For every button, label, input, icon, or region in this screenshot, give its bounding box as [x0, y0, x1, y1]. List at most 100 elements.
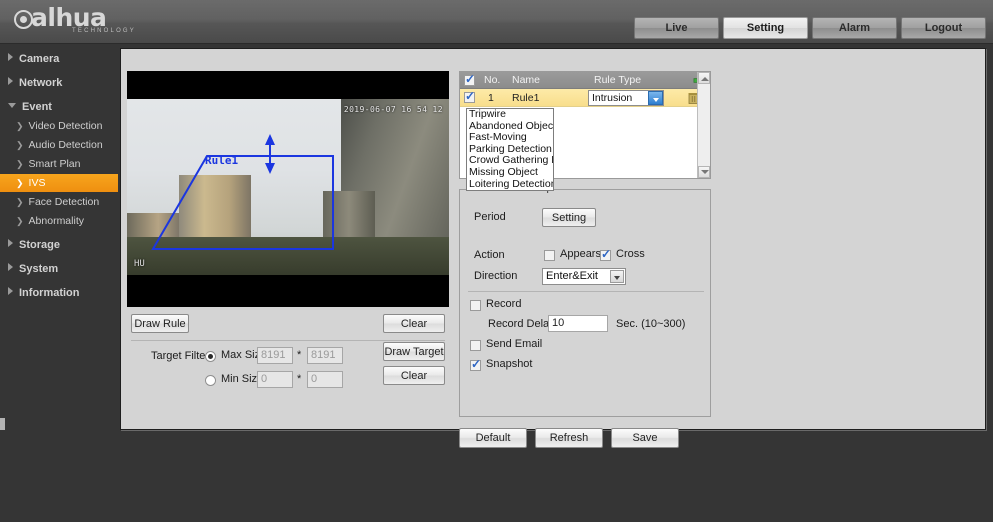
video-preview[interactable]: 2019-06-07 16 54 12 HU Rule1	[127, 71, 449, 307]
action-label: Action	[474, 249, 505, 261]
clear-target-button[interactable]: Clear	[383, 366, 445, 385]
sidebar-label-system: System	[19, 263, 59, 275]
parameter-setup-group: Parameter Setup Period Setting Action Ap…	[459, 182, 711, 417]
chevron-right-icon: ❯	[16, 216, 24, 226]
sidebar-label-network: Network	[19, 77, 63, 89]
min-size-width-input[interactable]: 0	[257, 371, 293, 388]
triangle-right-icon	[8, 77, 13, 85]
dropdown-option-tripwire[interactable]: Tripwire	[467, 109, 553, 121]
dropdown-option-loitering-detection[interactable]: Loitering Detection	[467, 178, 553, 191]
sidebar: Camera Network Event ❯ Video Detection ❯ A…	[0, 44, 120, 522]
nav-logout-button[interactable]: Logout	[901, 17, 986, 39]
min-size-radio[interactable]	[205, 375, 216, 386]
nav-live-button[interactable]: Live	[634, 17, 719, 39]
rules-scrollbar[interactable]	[697, 72, 710, 178]
logo-wordmark: alhua	[14, 5, 194, 30]
sidebar-item-ivs[interactable]: ❯ IVS	[0, 174, 118, 192]
parameter-divider	[468, 291, 704, 292]
chevron-right-icon: ❯	[16, 121, 24, 131]
sidebar-label-ivs: IVS	[28, 177, 46, 189]
rule-polygon-overlay	[151, 134, 334, 250]
row-no: 1	[488, 92, 494, 104]
sidebar-item-network[interactable]: Network	[0, 74, 120, 92]
refresh-button[interactable]: Refresh	[535, 428, 603, 448]
nav-alarm-button[interactable]: Alarm	[812, 17, 897, 39]
record-label: Record	[486, 298, 522, 310]
appears-checkbox[interactable]	[544, 250, 555, 261]
record-delay-input[interactable]: 10	[548, 315, 608, 332]
chevron-right-icon: ❯	[16, 140, 24, 150]
sidebar-item-face-detection[interactable]: ❯ Face Detection	[0, 193, 120, 211]
record-delay-label: Record Delay	[488, 318, 555, 330]
rule-type-select[interactable]: Intrusion	[588, 90, 664, 106]
send-email-checkbox[interactable]	[470, 340, 481, 351]
snapshot-checkbox[interactable]	[470, 357, 481, 371]
send-email-label: Send Email	[486, 338, 543, 350]
direction-select[interactable]: Enter&Exit	[542, 268, 626, 285]
max-size-height-input[interactable]: 8191	[307, 347, 343, 364]
triangle-right-icon	[8, 239, 13, 247]
sidebar-item-audio-detection[interactable]: ❯ Audio Detection	[0, 136, 120, 154]
max-size-radio[interactable]	[205, 351, 216, 362]
chevron-down-icon[interactable]	[610, 270, 624, 283]
sidebar-item-camera[interactable]: Camera	[0, 50, 120, 68]
triangle-down-icon	[8, 103, 16, 108]
draw-rule-button[interactable]: Draw Rule	[131, 314, 189, 333]
chevron-down-icon[interactable]	[648, 91, 663, 105]
draw-controls: Draw Rule Clear Target Filter Max Size 8…	[127, 314, 449, 424]
column-header-no: No.	[484, 74, 501, 86]
min-size-height-input[interactable]: 0	[307, 371, 343, 388]
chevron-right-icon: ❯	[16, 159, 24, 169]
dropdown-option-missing-object[interactable]: Missing Object	[467, 166, 553, 179]
sidebar-label-abnormality: Abnormality	[28, 215, 84, 227]
max-size-width-input[interactable]: 8191	[257, 347, 293, 364]
sidebar-item-system[interactable]: System	[0, 260, 120, 278]
period-setting-button[interactable]: Setting	[542, 208, 596, 227]
sidebar-item-smart-plan[interactable]: ❯ Smart Plan	[0, 155, 120, 173]
default-button[interactable]: Default	[459, 428, 527, 448]
nav-setting-button[interactable]: Setting	[723, 17, 808, 39]
sidebar-item-storage[interactable]: Storage	[0, 236, 120, 254]
cross-label: Cross	[616, 248, 645, 260]
chevron-right-icon: ❯	[16, 178, 24, 188]
logo-tagline: TECHNOLOGY	[72, 28, 137, 34]
sidebar-item-information[interactable]: Information	[0, 284, 120, 302]
appears-label: Appears	[560, 248, 601, 260]
chevron-right-icon: ❯	[16, 197, 24, 207]
sidebar-item-event[interactable]: Event	[0, 98, 120, 116]
cross-checkbox[interactable]	[600, 247, 611, 261]
rule-overlay-label: Rule1	[205, 154, 239, 167]
sidebar-item-abnormality[interactable]: ❯ Abnormality	[0, 212, 120, 230]
rules-table-header: No. Name Rule Type	[460, 72, 710, 89]
content-panel: 2019-06-07 16 54 12 HU Rule1 Draw Rule C…	[120, 48, 986, 448]
select-all-checkbox[interactable]	[464, 72, 475, 86]
sidebar-label-smart-plan: Smart Plan	[28, 158, 81, 170]
page-edge-artifact	[0, 418, 5, 430]
row-select-checkbox[interactable]	[464, 89, 475, 103]
sidebar-label-storage: Storage	[19, 239, 60, 251]
sidebar-label-information: Information	[19, 287, 80, 299]
sidebar-label-camera: Camera	[19, 53, 60, 65]
record-delay-unit-label: Sec. (10~300)	[616, 318, 686, 330]
table-row[interactable]: 1 Rule1 Intrusion	[460, 89, 710, 107]
direction-label: Direction	[474, 270, 518, 282]
save-button[interactable]: Save	[611, 428, 679, 448]
controls-divider	[131, 340, 445, 341]
scroll-up-arrow[interactable]	[698, 72, 710, 84]
target-filter-label: Target Filter	[151, 350, 210, 362]
clear-rule-button[interactable]: Clear	[383, 314, 445, 333]
max-size-multiply-symbol: *	[297, 349, 302, 361]
dahua-logo: alhua TECHNOLOGY	[14, 5, 194, 39]
draw-target-button[interactable]: Draw Target	[383, 342, 445, 361]
sidebar-label-event: Event	[22, 101, 52, 113]
rule-type-dropdown-list[interactable]: Tripwire Intrusion Abandoned Object Fast…	[466, 108, 554, 192]
record-checkbox[interactable]	[470, 300, 481, 311]
triangle-right-icon	[8, 53, 13, 61]
sidebar-item-video-detection[interactable]: ❯ Video Detection	[0, 117, 120, 135]
scroll-down-arrow[interactable]	[698, 166, 710, 178]
snapshot-label: Snapshot	[486, 358, 533, 370]
app-header: alhua TECHNOLOGY Live Setting Alarm Logo…	[0, 0, 993, 44]
top-nav: Live Setting Alarm Logout	[634, 17, 986, 39]
triangle-right-icon	[8, 263, 13, 271]
sidebar-label-video-detection: Video Detection	[28, 120, 103, 132]
